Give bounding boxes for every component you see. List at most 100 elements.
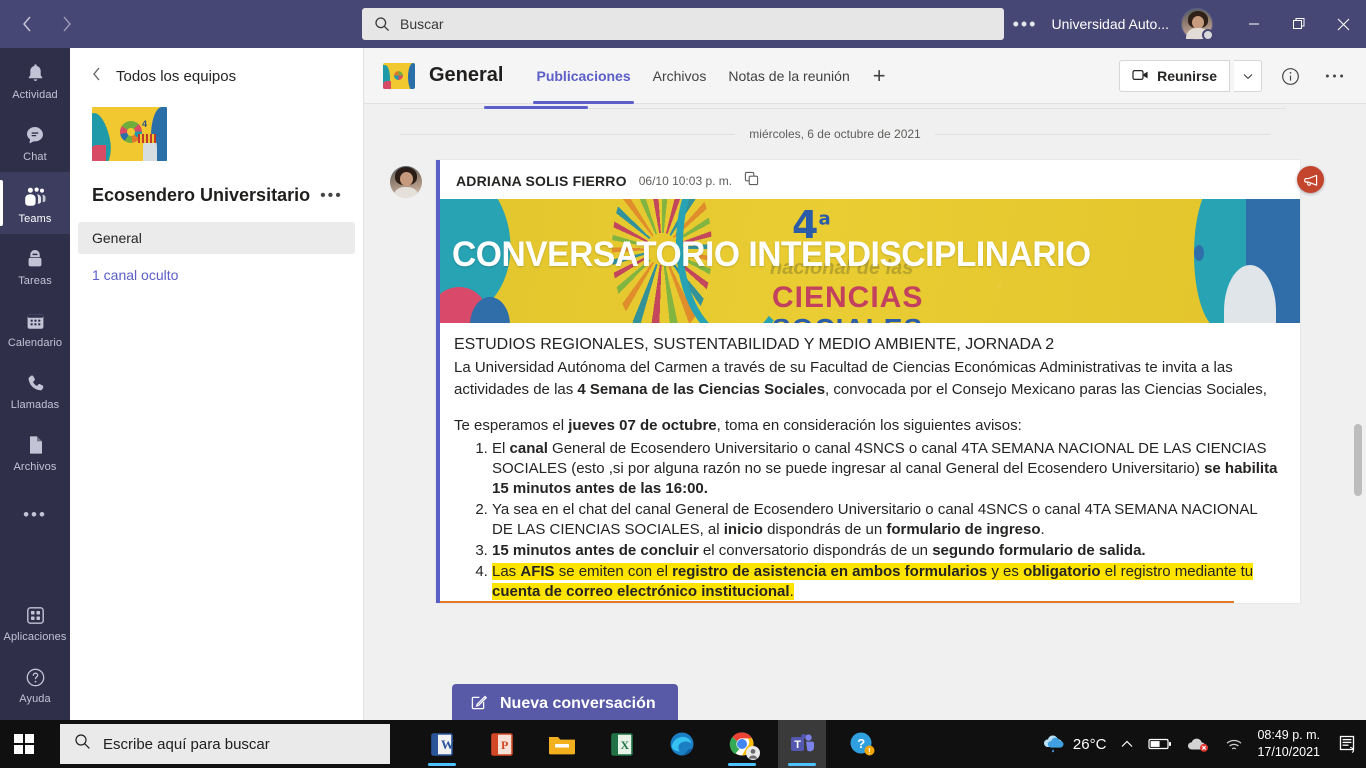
avatar-face [400, 172, 413, 186]
notification-icon[interactable] [1330, 734, 1366, 754]
previous-message-stub [400, 104, 1286, 120]
taskbar-word-button[interactable]: W [418, 720, 466, 768]
para2-part-a: Te esperamos el [454, 417, 569, 434]
taskbar-edge-button[interactable] [658, 720, 706, 768]
channel-avatar-shape-b [408, 62, 415, 89]
search-bar[interactable]: Buscar [362, 8, 1004, 40]
new-conversation-button[interactable]: Nueva conversación [452, 684, 678, 724]
team-avatar-shape-pink [92, 145, 106, 161]
taskbar-file-explorer-button[interactable] [538, 720, 586, 768]
main-content: General Publicaciones Archivos Notas de … [364, 48, 1366, 724]
file-explorer-icon [549, 737, 575, 755]
tab-publicaciones[interactable]: Publicaciones [525, 48, 641, 104]
taskbar-excel-button[interactable]: X [598, 720, 646, 768]
para2-part-b: jueves 07 de octubre [568, 417, 717, 434]
meet-button[interactable]: Reunirse [1119, 60, 1230, 92]
organization-name[interactable]: Universidad Auto... [1051, 16, 1169, 32]
svg-text:T: T [794, 739, 801, 751]
divider-line-right [934, 133, 1271, 135]
meet-label: Reunirse [1157, 68, 1217, 84]
sidebar-hidden-channels[interactable]: 1 canal oculto [78, 260, 355, 290]
teams-icon [22, 185, 48, 209]
app-title-bar: Buscar ••• Universidad Auto... [0, 0, 1366, 48]
rail-label: Tareas [18, 275, 52, 287]
windows-logo-icon [14, 734, 34, 754]
avatar[interactable] [390, 166, 422, 198]
teams-icon: T [791, 734, 814, 752]
rail-label: Teams [18, 213, 52, 225]
post-body: ESTUDIOS REGIONALES, SUSTENTABILIDAD Y M… [440, 323, 1300, 602]
rail-item-more[interactable]: ••• [0, 482, 70, 544]
navigation-arrows [10, 7, 84, 41]
maximize-button[interactable] [1276, 0, 1321, 48]
notice-text: Las AFIS se emiten con el registro de as… [492, 563, 1254, 600]
onedrive-error-icon[interactable] [1179, 736, 1217, 752]
rail-item-tareas[interactable]: Tareas [0, 234, 70, 296]
rail-item-chat[interactable]: Chat [0, 110, 70, 172]
date-divider: miércoles, 6 de octubre de 2021 [364, 124, 1366, 144]
taskbar-help-button[interactable]: ? ! [838, 720, 886, 768]
battery-icon[interactable] [1141, 737, 1179, 751]
notice-text-segment: . [1040, 521, 1045, 538]
forward-button[interactable] [50, 7, 84, 41]
sidebar-channel-general[interactable]: General [78, 222, 355, 254]
para1-part-b: 4 Semana de las Ciencias Sociales [577, 381, 826, 398]
conversation-bottom-fade [364, 660, 1366, 670]
channel-avatar [383, 62, 415, 89]
taskbar-chrome-button[interactable] [718, 720, 766, 768]
notice-list-item: 15 minutos antes de concluir el conversa… [492, 541, 1278, 561]
team-sidebar: Todos los equipos 4 Ecosendero Universit… [70, 48, 364, 720]
clock[interactable]: 08:49 p. m. 17/10/2021 [1251, 727, 1330, 761]
close-button[interactable] [1321, 0, 1366, 48]
tab-notas-de-la-reunion[interactable]: Notas de la reunión [717, 48, 860, 104]
tab-label: Notas de la reunión [728, 67, 850, 84]
minimize-button[interactable] [1231, 0, 1276, 48]
scrollbar-thumb[interactable] [1354, 424, 1362, 496]
rail-item-aplicaciones[interactable]: Aplicaciones [0, 590, 70, 652]
edge-icon [670, 732, 694, 756]
rail-item-actividad[interactable]: Actividad [0, 48, 70, 110]
taskbar-search-placeholder: Escribe aquí para buscar [103, 735, 270, 753]
tab-archivos[interactable]: Archivos [642, 48, 718, 104]
conversation-scrollbar[interactable] [1354, 104, 1362, 670]
weather-widget[interactable]: 26°C [1034, 733, 1114, 756]
add-tab-button[interactable]: + [861, 48, 898, 104]
rail-label: Chat [23, 151, 47, 163]
banner-headline: CONVERSATORIO INTERDISCIPLINARIO [452, 235, 1091, 274]
info-circle-icon[interactable] [1274, 60, 1306, 92]
team-avatar-number: 4 [142, 119, 148, 129]
announcement-post[interactable]: ADRIANA SOLIS FIERRO 06/10 10:03 p. m. 4… [436, 160, 1324, 603]
rail-item-llamadas[interactable]: Llamadas [0, 358, 70, 420]
more-horizontal-icon: ••• [23, 505, 47, 524]
tasks-icon [25, 247, 45, 271]
back-button[interactable] [10, 7, 44, 41]
taskbar-search-box[interactable]: Escribe aquí para buscar [60, 724, 390, 764]
rail-item-archivos[interactable]: Archivos [0, 420, 70, 482]
taskbar-active-underline [428, 763, 456, 766]
divider-line-left [400, 133, 736, 135]
start-button[interactable] [0, 720, 48, 768]
notice-bold-segment: canal [509, 440, 548, 457]
copy-icon[interactable] [744, 171, 759, 191]
rail-label: Archivos [13, 461, 57, 473]
presence-indicator [1202, 29, 1214, 41]
taskbar-powerpoint-button[interactable]: P [478, 720, 526, 768]
meet-dropdown-button[interactable] [1234, 60, 1262, 92]
page-title: General [429, 64, 504, 86]
channel-header: General Publicaciones Archivos Notas de … [364, 48, 1366, 104]
rail-item-teams[interactable]: Teams [0, 172, 70, 234]
settings-overflow-button[interactable]: ••• [1003, 15, 1048, 33]
rail-item-calendario[interactable]: Calendario [0, 296, 70, 358]
wifi-icon[interactable] [1217, 737, 1251, 752]
all-teams-link[interactable]: Todos los equipos [70, 48, 363, 87]
rail-item-ayuda[interactable]: Ayuda [0, 652, 70, 714]
taskbar-teams-button[interactable]: T [778, 720, 826, 768]
avatar[interactable] [1181, 8, 1214, 41]
app-rail: Actividad Chat Teams Tareas Calendario L… [0, 48, 70, 720]
titlebar-right-group: ••• Universidad Auto... [1003, 0, 1366, 48]
team-options-button[interactable]: ••• [320, 187, 343, 203]
show-hidden-icons-button[interactable] [1113, 739, 1141, 749]
more-horizontal-icon[interactable] [1318, 60, 1350, 92]
notice-text-segment: y es [987, 563, 1024, 580]
powerpoint-icon: P [491, 733, 513, 756]
